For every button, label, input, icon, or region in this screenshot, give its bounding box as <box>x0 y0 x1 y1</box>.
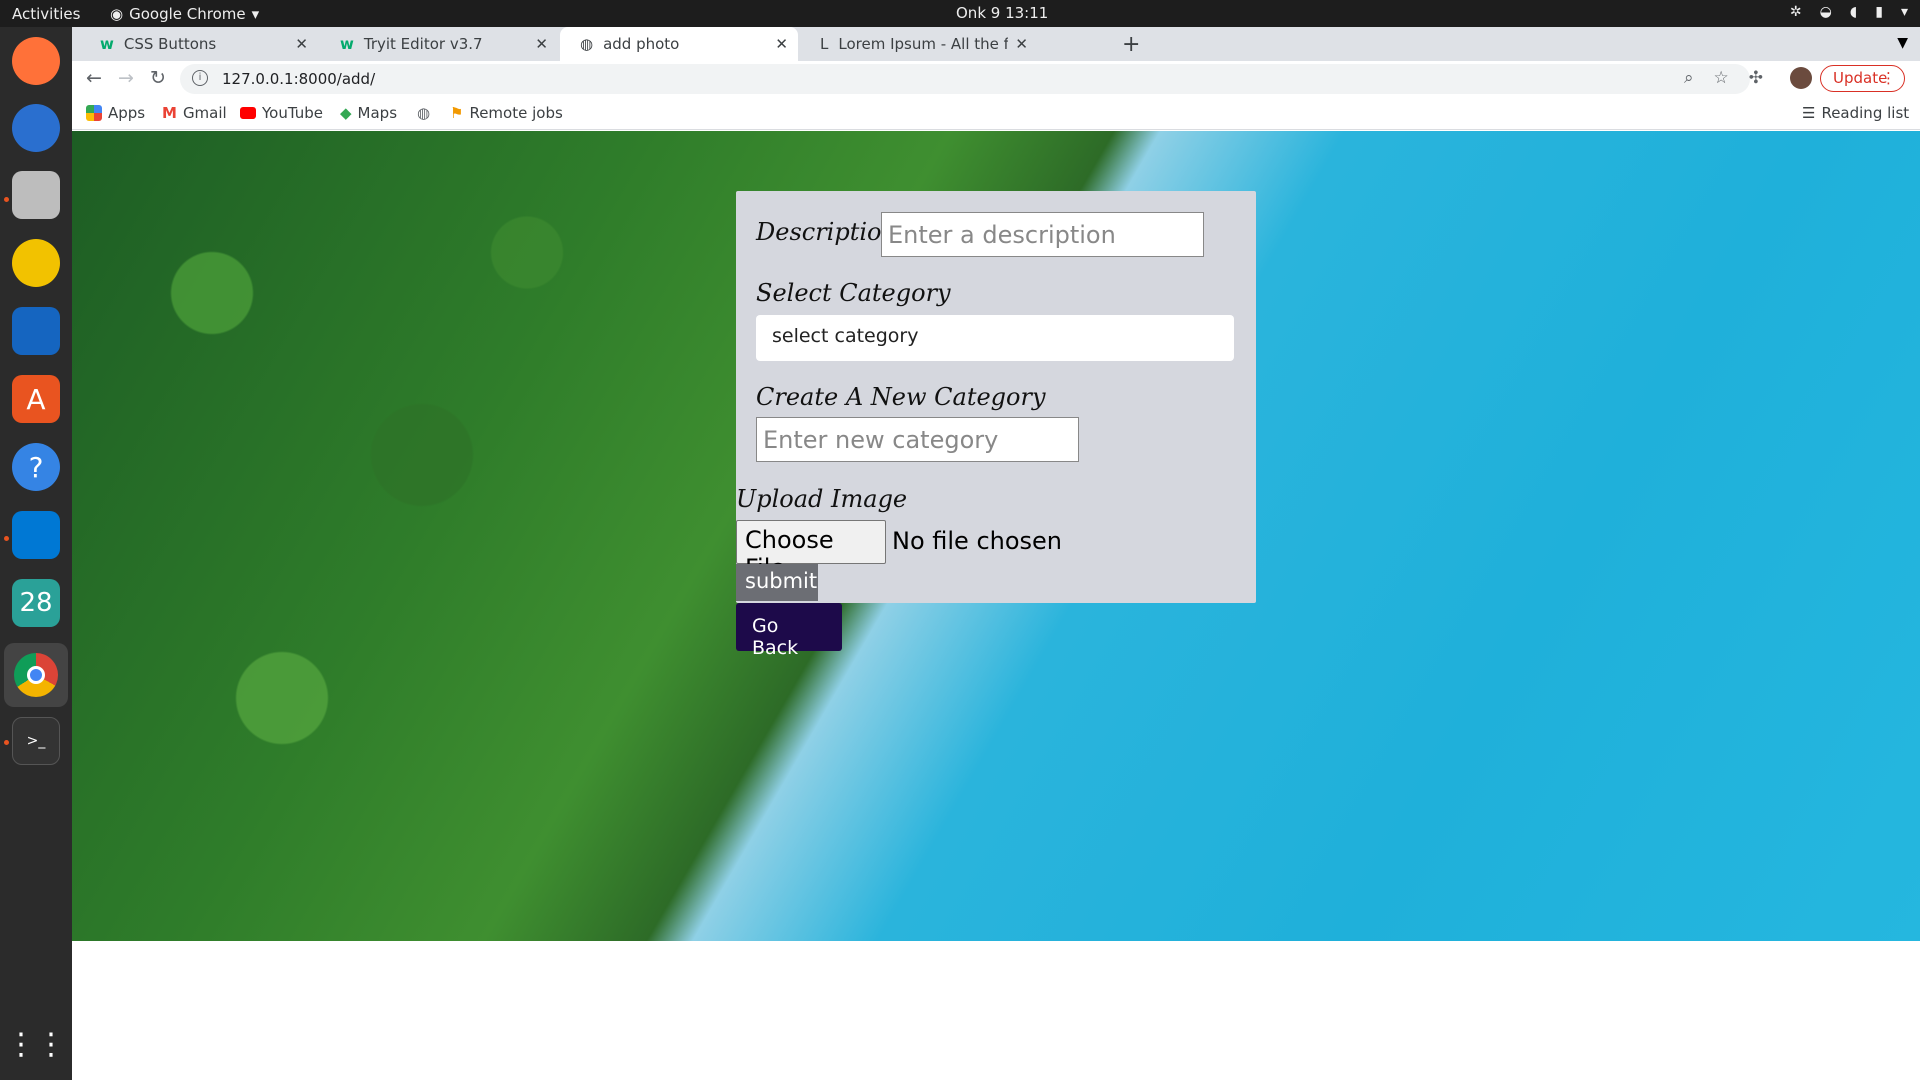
tab-css-buttons[interactable]: w CSS Buttons ✕ <box>80 27 318 61</box>
bookmark-apps[interactable]: Apps <box>86 104 145 122</box>
tab-search-icon[interactable]: ▼ <box>1897 35 1908 51</box>
tab-label: Lorem Ipsum - All the fact <box>838 35 1009 53</box>
rhythmbox-icon[interactable] <box>12 239 60 287</box>
lorem-icon: L <box>820 35 829 53</box>
running-indicator <box>4 740 9 745</box>
w3schools-icon: w <box>100 35 114 53</box>
running-indicator <box>4 536 9 541</box>
new-category-label: Create A New Category <box>756 383 1046 411</box>
bookmark-gmail[interactable]: M Gmail <box>162 104 227 122</box>
forward-icon[interactable]: → <box>118 67 134 89</box>
bookmark-label: Apps <box>108 104 146 122</box>
tab-lorem-ipsum[interactable]: L Lorem Ipsum - All the fact ✕ <box>800 27 1038 61</box>
bookmark-label: Gmail <box>182 104 227 122</box>
writer-icon[interactable] <box>12 307 60 355</box>
tab-add-photo[interactable]: ◍ add photo ✕ <box>560 27 798 61</box>
vscode-icon[interactable] <box>12 511 60 559</box>
calendar-icon[interactable]: 28 <box>12 579 60 627</box>
thunderbird-icon[interactable] <box>12 104 60 152</box>
chrome-active-slot[interactable] <box>4 643 68 707</box>
bookmark-star-icon[interactable]: ☆ <box>1714 68 1729 88</box>
reading-list-icon: ☰ <box>1802 104 1816 122</box>
bookmark-maps[interactable]: ◆ Maps <box>340 104 397 122</box>
software-icon[interactable]: A <box>12 375 60 423</box>
show-apps-icon[interactable]: ⋮⋮ <box>6 1020 66 1068</box>
new-tab-button[interactable]: + <box>1122 32 1140 57</box>
globe-icon: ◍ <box>417 104 431 122</box>
category-label: Select Category <box>756 279 951 307</box>
help-icon[interactable]: ? <box>12 443 60 491</box>
volume-icon: ◖ <box>1849 4 1858 20</box>
bookmark-youtube[interactable]: YouTube <box>240 104 323 122</box>
tab-label: CSS Buttons <box>123 35 217 53</box>
go-back-button[interactable]: Go Back <box>736 603 842 659</box>
close-icon[interactable]: ✕ <box>775 35 788 53</box>
submit-button[interactable]: submit <box>736 564 818 601</box>
bookmark-globe[interactable]: ◍ <box>417 104 430 122</box>
app-menu[interactable]: ◉ Google Chrome ▾ <box>110 5 259 23</box>
chevron-down-icon: ▾ <box>251 5 260 23</box>
wifi-icon: ◒ <box>1819 4 1832 20</box>
more-icon: ⋮ <box>1881 69 1896 87</box>
dock: A ? 28 >_ ⋮⋮ <box>0 27 72 1080</box>
bookmark-label: Maps <box>357 104 398 122</box>
terminal-icon[interactable]: >_ <box>12 717 60 765</box>
reading-list-button[interactable]: ☰ Reading list <box>1802 104 1909 122</box>
chrome-small-icon: ◉ <box>110 5 124 23</box>
close-icon[interactable]: ✕ <box>1015 35 1028 53</box>
description-input[interactable]: Enter a description <box>881 212 1204 257</box>
close-icon[interactable]: ✕ <box>535 35 548 53</box>
tab-label: Tryit Editor v3.7 <box>363 35 483 53</box>
apps-grid-icon <box>86 105 102 121</box>
youtube-icon <box>240 107 256 119</box>
activities-button[interactable]: Activities <box>12 5 80 23</box>
system-tray[interactable]: ✲ ◒ ◖ ▮ ▾ <box>1790 4 1908 20</box>
battery-icon: ▮ <box>1875 4 1883 20</box>
description-label: Description <box>756 218 897 246</box>
upload-label: Upload Image <box>736 485 908 513</box>
update-label: Update <box>1833 69 1888 87</box>
address-bar[interactable]: i 127.0.0.1:8000/add/ <box>180 64 1750 94</box>
w3schools-icon: w <box>340 35 354 53</box>
site-info-icon[interactable]: i <box>192 70 208 86</box>
file-status: No file chosen <box>892 527 1063 555</box>
bookmark-remote-jobs[interactable]: ⚑ Remote jobs <box>450 104 563 122</box>
add-photo-form: Description Enter a description Select C… <box>736 191 1256 603</box>
category-select[interactable]: select category <box>756 315 1234 361</box>
update-button[interactable]: Update ⋮ <box>1820 65 1905 92</box>
tab-strip: w CSS Buttons ✕ w Tryit Editor v3.7 ✕ ◍ … <box>72 27 1920 61</box>
bookmark-label: YouTube <box>262 104 323 122</box>
running-indicator <box>4 197 9 202</box>
extensions-icon[interactable]: ✣ <box>1749 68 1763 88</box>
page-viewport: Description Enter a description Select C… <box>72 131 1920 1080</box>
settings-icon: ✲ <box>1789 4 1802 20</box>
maps-icon: ◆ <box>340 104 352 122</box>
tab-label: add photo <box>603 35 680 53</box>
forest-texture <box>72 131 772 941</box>
toolbar-actions: ⌕ ☆ ✣ <box>1684 68 1763 88</box>
app-name: Google Chrome <box>129 5 246 23</box>
globe-icon: ◍ <box>580 35 594 53</box>
files-icon[interactable] <box>12 171 60 219</box>
clock[interactable]: Onk 9 13:11 <box>956 4 1048 22</box>
tab-tryit-editor[interactable]: w Tryit Editor v3.7 ✕ <box>320 27 558 61</box>
system-top-bar: Activities ◉ Google Chrome ▾ Onk 9 13:11… <box>0 0 1920 27</box>
choose-file-button[interactable]: Choose File <box>736 520 886 582</box>
new-category-input[interactable]: Enter new category <box>756 417 1079 462</box>
power-menu-icon: ▾ <box>1900 4 1908 20</box>
gmail-icon: M <box>162 104 177 122</box>
back-icon[interactable]: ← <box>86 67 102 89</box>
bookmarks-bar: Apps M Gmail YouTube ◆ Maps ◍ ⚑ Remote j… <box>72 97 1920 130</box>
reading-list-label: Reading list <box>1821 104 1910 122</box>
close-icon[interactable]: ✕ <box>295 35 308 53</box>
bookmark-label: Remote jobs <box>469 104 563 122</box>
reload-icon[interactable]: ↻ <box>150 67 166 89</box>
zoom-icon[interactable]: ⌕ <box>1684 68 1694 88</box>
firefox-icon[interactable] <box>12 37 60 85</box>
remote-jobs-icon: ⚑ <box>450 104 464 122</box>
browser-toolbar: ← → ↻ i 127.0.0.1:8000/add/ ⌕ ☆ ✣ Update… <box>72 61 1920 97</box>
url-text: 127.0.0.1:8000/add/ <box>222 70 376 88</box>
profile-avatar[interactable] <box>1790 67 1812 89</box>
chrome-icon <box>14 653 58 697</box>
